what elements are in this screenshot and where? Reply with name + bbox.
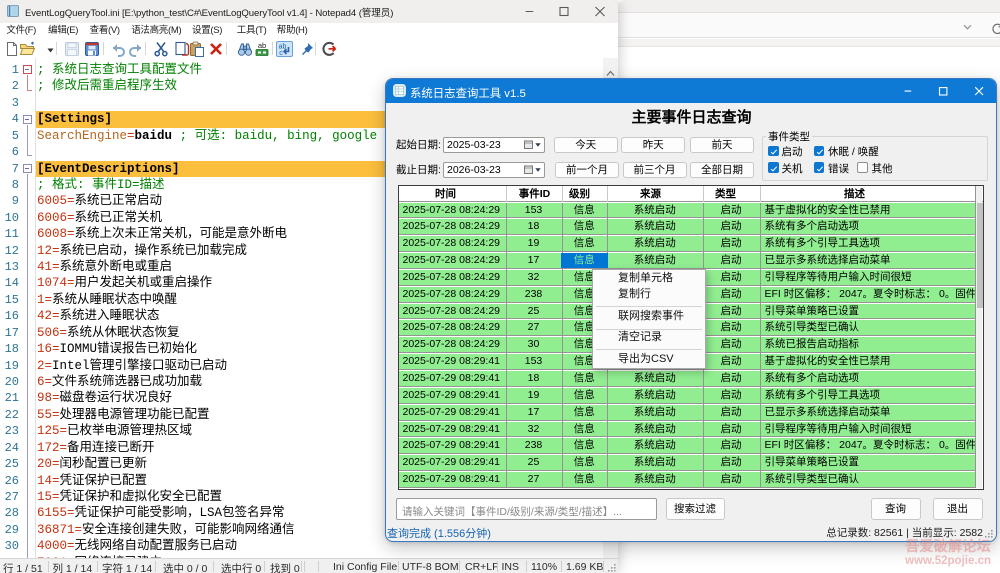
svg-text:c: c — [279, 50, 283, 57]
svg-text:ab: ab — [258, 41, 266, 50]
